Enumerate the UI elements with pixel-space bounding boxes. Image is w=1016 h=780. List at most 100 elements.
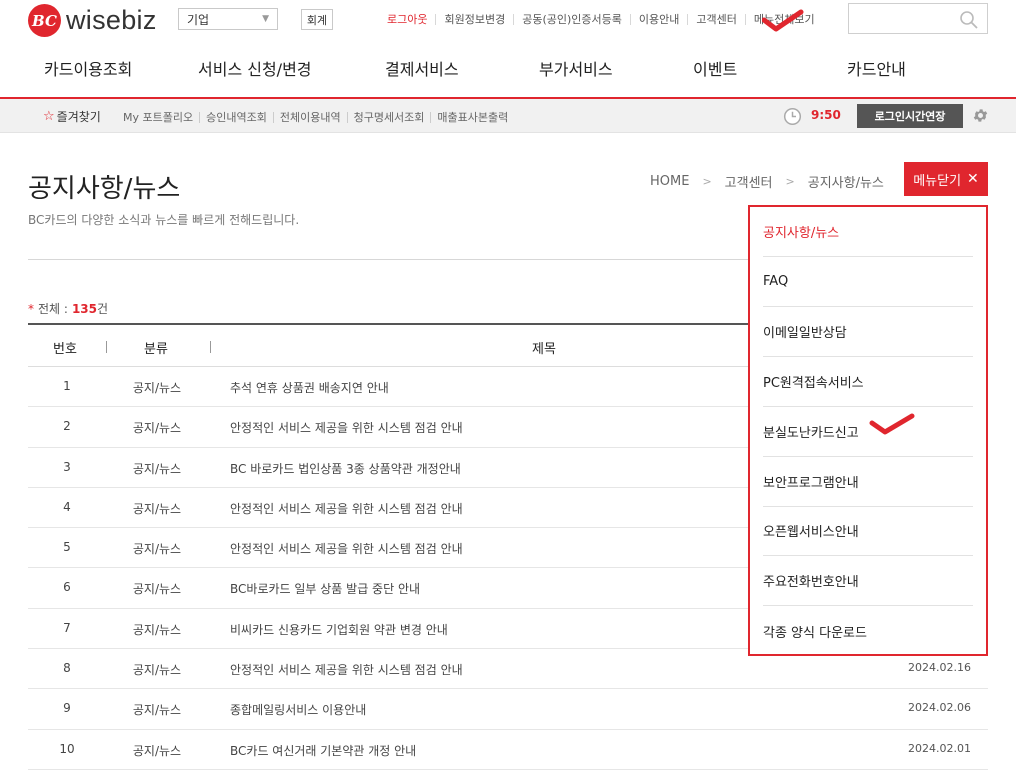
menu-item[interactable]: 이메일일반상담: [763, 307, 973, 357]
row-title-link[interactable]: 추석 연휴 상품권 배송지연 안내: [230, 379, 389, 396]
menu-item[interactable]: 공지사항/뉴스: [763, 207, 973, 257]
quick-link-receipt-copy[interactable]: 매출표사본출력: [437, 109, 508, 125]
menu-item[interactable]: PC원격접속서비스: [763, 357, 973, 407]
menu-item[interactable]: FAQ: [763, 257, 973, 307]
utility-links: 로그아웃 회원정보변경 공동(공인)인증서등록 이용안내 고객센터 메뉴전체보기: [387, 11, 815, 27]
divider: [346, 111, 348, 123]
row-date: 2024.02.06: [908, 701, 971, 715]
menu-item[interactable]: 오픈웹서비스안내: [763, 506, 973, 557]
row-number: 7: [63, 620, 71, 635]
row-title-link[interactable]: 안정적인 서비스 제공을 위한 시스템 점검 안내: [230, 540, 463, 557]
row-title-link[interactable]: 비씨카드 신용카드 기업회원 약관 변경 안내: [230, 621, 448, 638]
menu-close-button[interactable]: 메뉴닫기 ✕: [904, 162, 988, 196]
row-category: 공지/뉴스: [132, 501, 182, 516]
chevron-right-icon: >: [785, 175, 795, 188]
nav-extra-service[interactable]: 부가서비스: [539, 56, 613, 80]
star-icon: ☆: [43, 109, 55, 124]
page-title: 공지사항/뉴스: [28, 174, 181, 204]
logo[interactable]: BC wisebiz: [28, 4, 157, 37]
page-subtitle: BC카드의 다양한 소식과 뉴스를 빠르게 전해드립니다.: [28, 213, 300, 227]
row-category: 공지/뉴스: [132, 582, 182, 597]
customer-center-link[interactable]: 고객센터: [696, 11, 736, 27]
session-timer: 9:50: [811, 108, 841, 122]
chevron-down-icon: ▼: [262, 14, 269, 24]
asterisk-icon: *: [28, 301, 34, 316]
nav-event[interactable]: 이벤트: [693, 56, 737, 80]
favorites-label: 즐겨찾기: [56, 110, 101, 124]
row-number: 9: [63, 701, 71, 716]
row-category: 공지/뉴스: [132, 703, 182, 718]
table-row[interactable]: 10 공지/뉴스 BC카드 여신거래 기본약관 개정 안내 2024.02.01: [28, 730, 988, 770]
row-title-link[interactable]: 안정적인 서비스 제공을 위한 시스템 점검 안내: [230, 661, 463, 678]
divider: [272, 111, 274, 123]
row-title-link[interactable]: BC카드 여신거래 기본약관 개정 안내: [230, 742, 416, 759]
breadcrumb-home[interactable]: HOME: [650, 174, 689, 189]
divider: [199, 111, 201, 123]
total-unit: 건: [97, 302, 109, 316]
divider: [210, 341, 211, 353]
row-category: 공지/뉴스: [132, 421, 182, 436]
menu-item[interactable]: 주요전화번호안내: [763, 556, 973, 607]
gear-icon[interactable]: [972, 107, 989, 124]
favorites-button[interactable]: ☆ 즐겨찾기: [43, 108, 101, 125]
divider: [629, 13, 631, 25]
row-date: 2024.02.01: [908, 741, 971, 755]
header-number: 번호: [53, 342, 77, 357]
logo-mark: BC: [28, 4, 61, 37]
row-number: 2: [63, 419, 71, 434]
nav-payment-service[interactable]: 결제서비스: [385, 56, 459, 80]
nav-card-usage[interactable]: 카드이용조회: [44, 56, 132, 80]
row-title-link[interactable]: 안정적인 서비스 제공을 위한 시스템 점검 안내: [230, 500, 463, 517]
divider: [430, 111, 432, 123]
row-date: 2024.02.16: [908, 661, 971, 675]
row-category: 공지/뉴스: [132, 743, 182, 758]
search-icon[interactable]: [959, 10, 979, 30]
quick-link-approvals[interactable]: 승인내역조회: [206, 109, 267, 125]
quick-link-all-usage[interactable]: 전체이용내역: [280, 109, 341, 125]
quick-link-statement[interactable]: 청구명세서조회: [354, 109, 425, 125]
menu-item[interactable]: 각종 양식 다운로드: [763, 606, 973, 656]
row-category: 공지/뉴스: [132, 542, 182, 557]
breadcrumb-customer-center[interactable]: 고객센터: [725, 172, 773, 191]
row-number: 1: [63, 379, 71, 393]
business-type-select[interactable]: 기업 ▼: [178, 8, 278, 30]
row-category: 공지/뉴스: [132, 663, 182, 678]
clock-icon: [783, 107, 802, 126]
menu-item[interactable]: 분실도난카드신고: [763, 407, 973, 457]
quick-link-portfolio[interactable]: My 포트폴리오: [123, 109, 193, 125]
divider: [435, 13, 437, 25]
header-title: 제목: [532, 342, 556, 357]
breadcrumb-current: 공지사항/뉴스: [807, 176, 884, 191]
nav-service-apply[interactable]: 서비스 신청/변경: [198, 56, 312, 80]
customer-center-menu: 공지사항/뉴스 FAQ 이메일일반상담 PC원격접속서비스 분실도난카드신고 보안프로그램…: [748, 205, 988, 656]
accounting-button[interactable]: 회계: [301, 9, 333, 30]
quick-bar: ☆ 즐겨찾기 My 포트폴리오 승인내역조회 전체이용내역 청구명세서조회 매출…: [0, 99, 1016, 133]
row-title-link[interactable]: 종합메일링서비스 이용안내: [230, 701, 366, 718]
row-title-link[interactable]: BC바로카드 일부 상품 발급 중단 안내: [230, 580, 420, 597]
total-count: * 전체 : 135 건: [28, 300, 108, 317]
row-category: 공지/뉴스: [132, 622, 182, 637]
row-title-link[interactable]: 안정적인 서비스 제공을 위한 시스템 점검 안내: [230, 419, 463, 436]
usage-guide-link[interactable]: 이용안내: [639, 11, 679, 27]
search-input[interactable]: [848, 3, 988, 34]
menu-item[interactable]: 보안프로그램안내: [763, 457, 973, 507]
header-category: 분류: [144, 342, 168, 357]
row-number: 4: [63, 499, 71, 514]
row-number: 10: [59, 741, 75, 756]
divider: [687, 13, 689, 25]
row-title-link[interactable]: BC 바로카드 법인상품 3종 상품약관 개정안내: [230, 460, 461, 477]
certificate-register-link[interactable]: 공동(공인)인증서등록: [522, 11, 622, 27]
member-info-link[interactable]: 회원정보변경: [444, 11, 505, 27]
divider: [513, 13, 515, 25]
table-row[interactable]: 9 공지/뉴스 종합메일링서비스 이용안내 2024.02.06: [28, 689, 988, 730]
row-category: 공지/뉴스: [132, 381, 182, 395]
menu-close-label: 메뉴닫기: [913, 173, 962, 189]
nav-card-guide[interactable]: 카드안내: [847, 56, 906, 80]
divider: [744, 13, 746, 25]
logo-text: wisebiz: [66, 5, 157, 35]
row-category: 공지/뉴스: [132, 461, 182, 476]
logout-link[interactable]: 로그아웃: [387, 11, 427, 27]
row-number: 5: [63, 540, 71, 555]
extend-login-button[interactable]: 로그인시간연장: [857, 104, 963, 128]
row-number: 6: [63, 580, 71, 595]
